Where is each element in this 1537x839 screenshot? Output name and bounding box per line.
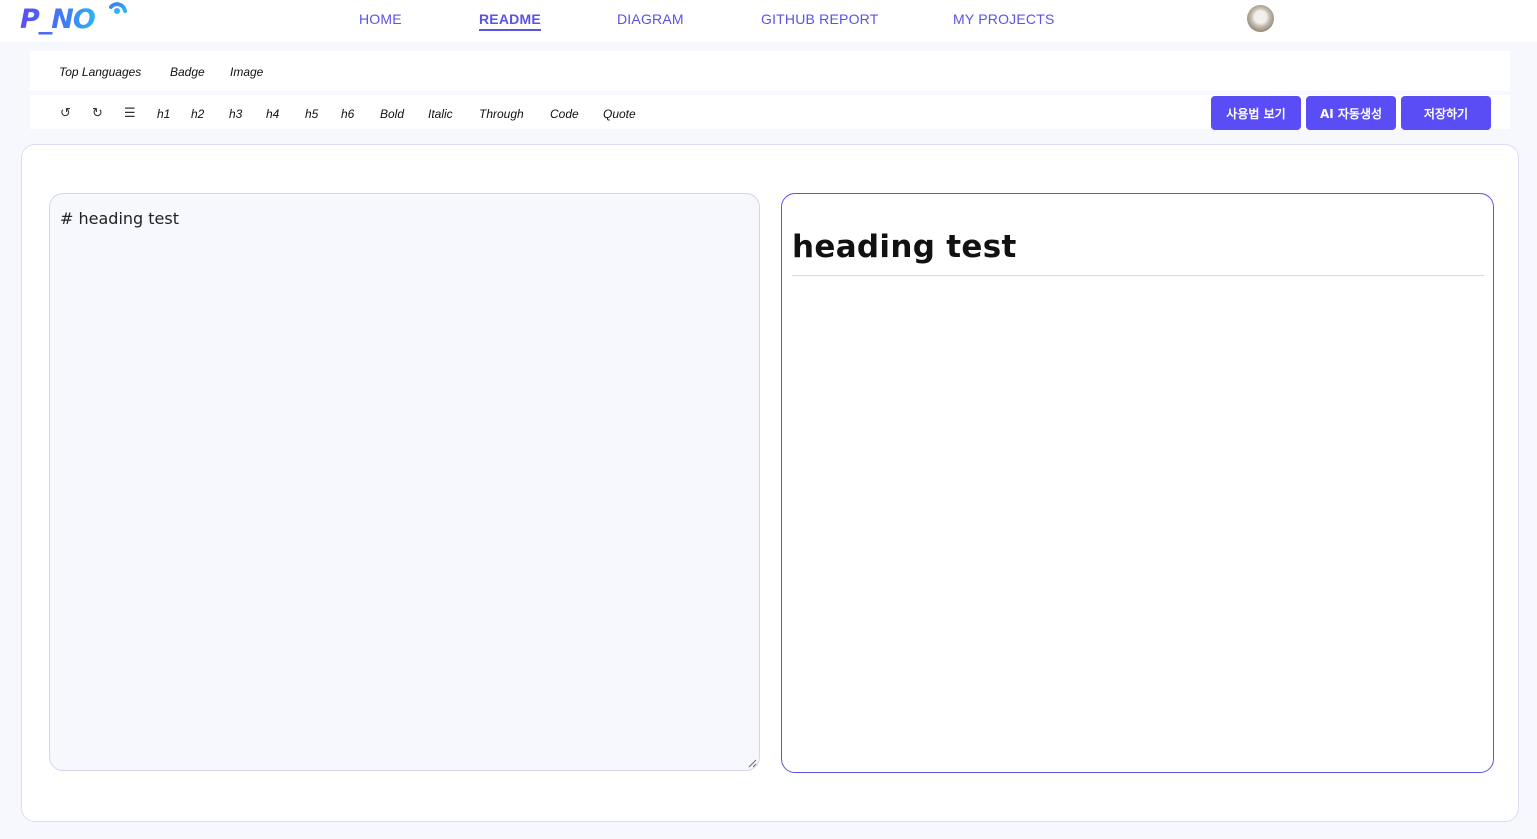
format-code-button[interactable]: Code — [550, 107, 579, 121]
format-h6-button[interactable]: h6 — [341, 107, 354, 121]
format-through-button[interactable]: Through — [479, 107, 524, 121]
format-h4-button[interactable]: h4 — [266, 107, 279, 121]
format-h1-button[interactable]: h1 — [157, 107, 170, 121]
redo-icon[interactable]: ↻ — [92, 105, 103, 121]
format-bold-button[interactable]: Bold — [380, 107, 404, 121]
format-toolbar: ↺ ↻ ☰ h1 h2 h3 h4 h5 h6 Bold Italic Thro… — [30, 95, 1510, 130]
template-image-button[interactable]: Image — [230, 65, 263, 79]
format-h5-button[interactable]: h5 — [305, 107, 318, 121]
user-avatar-icon[interactable] — [1247, 5, 1274, 32]
nav-home[interactable]: HOME — [359, 11, 402, 27]
format-quote-button[interactable]: Quote — [603, 107, 636, 121]
undo-icon[interactable]: ↺ — [60, 105, 71, 121]
nav-my-projects[interactable]: MY PROJECTS — [953, 11, 1055, 27]
logo[interactable]: P_NO — [20, 2, 96, 36]
top-navigation-bar: P_NO HOME README DIAGRAM GITHUB REPORT M… — [0, 0, 1537, 42]
list-icon[interactable]: ☰ — [124, 105, 136, 121]
save-button[interactable]: 저장하기 — [1401, 96, 1491, 130]
nav-github-report[interactable]: GITHUB REPORT — [761, 11, 878, 27]
markdown-editor-textarea[interactable]: # heading test — [49, 193, 760, 771]
nav-diagram[interactable]: DIAGRAM — [617, 11, 684, 27]
editor-content: # heading test — [60, 209, 179, 228]
ai-generate-button[interactable]: AI 자동생성 — [1306, 96, 1396, 130]
format-h2-button[interactable]: h2 — [191, 107, 204, 121]
format-h3-button[interactable]: h3 — [229, 107, 242, 121]
usage-guide-button[interactable]: 사용법 보기 — [1211, 96, 1301, 130]
nav-readme[interactable]: README — [479, 11, 541, 31]
template-badge-button[interactable]: Badge — [170, 65, 205, 79]
format-italic-button[interactable]: Italic — [428, 107, 453, 121]
template-top-languages-button[interactable]: Top Languages — [59, 65, 141, 79]
template-toolbar: Top Languages Badge Image — [30, 51, 1510, 91]
resize-grip-icon[interactable] — [747, 758, 757, 768]
logo-arc-icon — [109, 2, 127, 14]
preview-heading: heading test — [792, 229, 1484, 276]
markdown-preview-panel: heading test — [781, 193, 1494, 773]
